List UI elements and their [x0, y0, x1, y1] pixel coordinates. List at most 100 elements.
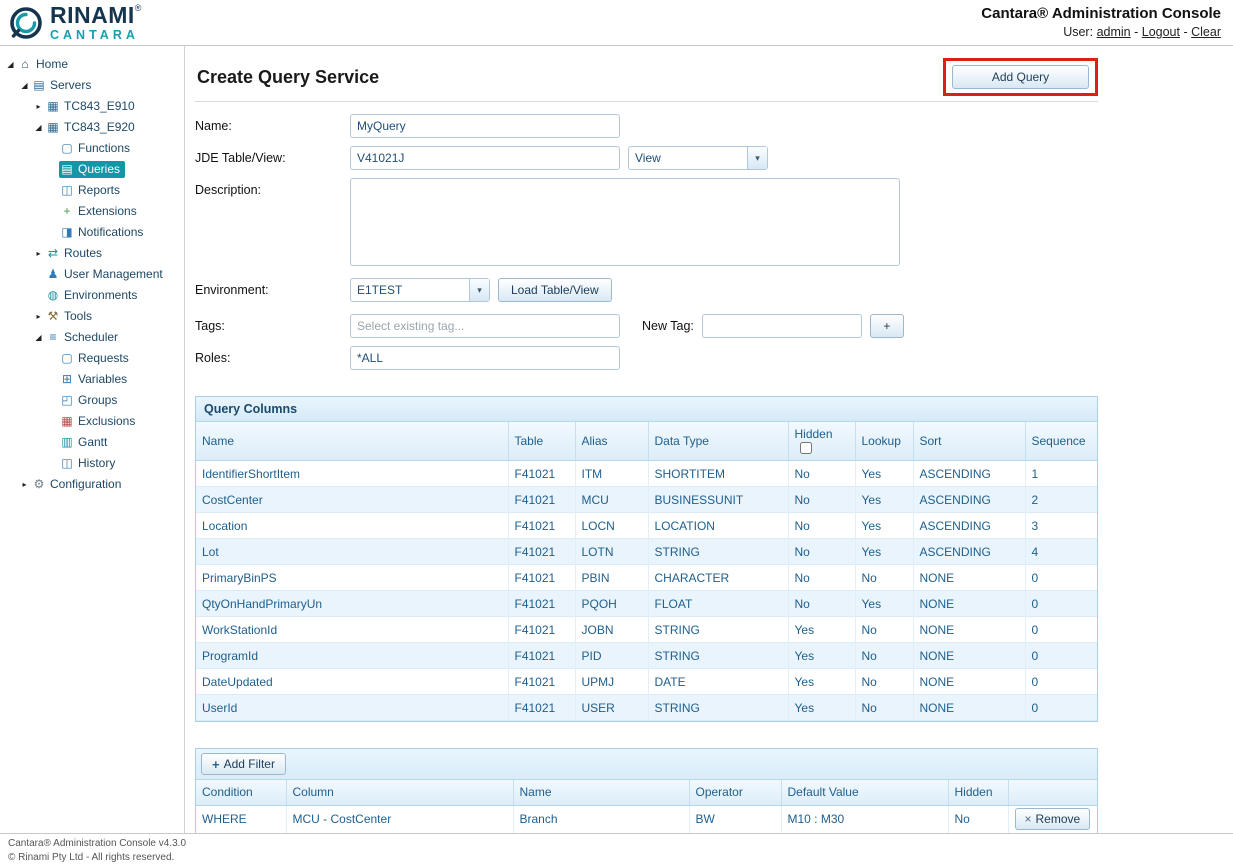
cell-alias: PBIN: [575, 565, 648, 591]
sidebar-item-servers[interactable]: ◢ ▤ Servers: [0, 75, 184, 96]
description-textarea[interactable]: [350, 178, 900, 266]
chevron-down-icon[interactable]: ▾: [747, 147, 767, 169]
sidebar-item-routes[interactable]: ▸ ⇄ Routes: [0, 243, 184, 264]
query-column-row[interactable]: Lot F41021 LOTN STRING No Yes ASCENDING …: [196, 539, 1097, 565]
logout-link[interactable]: Logout: [1142, 25, 1180, 39]
remove-filter-button[interactable]: × Remove: [1015, 808, 1091, 830]
query-columns-table: Name Table Alias Data Type Hidden Lookup…: [196, 422, 1097, 721]
col-header-alias[interactable]: Alias: [575, 422, 648, 461]
hidden-all-checkbox[interactable]: [800, 442, 812, 454]
expander-icon[interactable]: ◢: [4, 60, 17, 69]
sidebar-item-scheduler[interactable]: ◢ ≡ Scheduler: [0, 327, 184, 348]
col-header-sequence[interactable]: Sequence: [1025, 422, 1097, 461]
filter-row[interactable]: WHERE MCU - CostCenter Branch BW M10 : M…: [196, 805, 1097, 833]
separator: -: [1134, 25, 1138, 39]
extensions-icon: +: [60, 204, 74, 218]
sidebar-item-functions[interactable]: ▢ Functions: [0, 138, 184, 159]
sidebar-item-home[interactable]: ◢ ⌂ Home: [0, 54, 184, 75]
sidebar-item-notifications[interactable]: ◨ Notifications: [0, 222, 184, 243]
query-column-row[interactable]: ProgramId F41021 PID STRING Yes No NONE …: [196, 643, 1097, 669]
tree-entry: ⌂ Home: [17, 56, 73, 73]
groups-icon: ◰: [60, 393, 74, 407]
col-header-lookup[interactable]: Lookup: [855, 422, 913, 461]
col-header-data-type[interactable]: Data Type: [648, 422, 788, 461]
sidebar-item-requests[interactable]: ▢ Requests: [0, 348, 184, 369]
sidebar-item-extensions[interactable]: + Extensions: [0, 201, 184, 222]
col-header-sort[interactable]: Sort: [913, 422, 1025, 461]
query-column-row[interactable]: CostCenter F41021 MCU BUSINESSUNIT No Ye…: [196, 487, 1097, 513]
cell-lookup: Yes: [855, 513, 913, 539]
cell-sort: NONE: [913, 591, 1025, 617]
cell-table: F41021: [508, 669, 575, 695]
cell-condition: WHERE: [196, 805, 286, 833]
expander-icon[interactable]: ▸: [32, 249, 45, 258]
sidebar-item-tools[interactable]: ▸ ⚒ Tools: [0, 306, 184, 327]
sidebar-item-gantt[interactable]: ▥ Gantt: [0, 432, 184, 453]
tree-entry: ◫ Reports: [59, 182, 125, 199]
expander-icon[interactable]: ▸: [32, 102, 45, 111]
col-header-operator[interactable]: Operator: [689, 780, 781, 805]
query-column-row[interactable]: UserId F41021 USER STRING Yes No NONE 0: [196, 695, 1097, 721]
cell-sequence: 0: [1025, 565, 1097, 591]
cell-alias: JOBN: [575, 617, 648, 643]
cell-data-type: STRING: [648, 617, 788, 643]
add-tag-button[interactable]: +: [870, 314, 904, 338]
cell-sequence: 3: [1025, 513, 1097, 539]
col-header-name[interactable]: Name: [196, 422, 508, 461]
col-header-hidden[interactable]: Hidden: [788, 422, 855, 461]
clear-link[interactable]: Clear: [1191, 25, 1221, 39]
sidebar-item-tc843-e910[interactable]: ▸ ▦ TC843_E910: [0, 96, 184, 117]
expander-icon[interactable]: ▸: [32, 312, 45, 321]
expander-icon[interactable]: ▸: [18, 480, 31, 489]
cell-hidden: Yes: [788, 643, 855, 669]
col-header-filter-hidden[interactable]: Hidden: [948, 780, 1008, 805]
sidebar-item-history[interactable]: ◫ History: [0, 453, 184, 474]
sidebar-item-label: TC843_E910: [64, 99, 135, 113]
expander-icon[interactable]: ◢: [32, 333, 45, 342]
sidebar-item-configuration[interactable]: ▸ ⚙ Configuration: [0, 474, 184, 495]
add-filter-button[interactable]: + Add Filter: [201, 753, 286, 775]
chevron-down-icon[interactable]: ▾: [469, 279, 489, 301]
jde-type-select[interactable]: View ▾: [628, 146, 768, 170]
query-column-row[interactable]: Location F41021 LOCN LOCATION No Yes ASC…: [196, 513, 1097, 539]
cell-alias: PID: [575, 643, 648, 669]
add-query-button[interactable]: Add Query: [952, 65, 1089, 89]
query-column-row[interactable]: IdentifierShortItem F41021 ITM SHORTITEM…: [196, 461, 1097, 487]
new-tag-input[interactable]: [702, 314, 862, 338]
sidebar-item-exclusions[interactable]: ▦ Exclusions: [0, 411, 184, 432]
query-column-row[interactable]: DateUpdated F41021 UPMJ DATE Yes No NONE…: [196, 669, 1097, 695]
col-header-filter-name[interactable]: Name: [513, 780, 689, 805]
environment-select[interactable]: E1TEST ▾: [350, 278, 490, 302]
col-header-column[interactable]: Column: [286, 780, 513, 805]
tags-input[interactable]: [350, 314, 620, 338]
col-header-condition[interactable]: Condition: [196, 780, 286, 805]
query-column-row[interactable]: WorkStationId F41021 JOBN STRING Yes No …: [196, 617, 1097, 643]
load-table-view-button[interactable]: Load Table/View: [498, 278, 612, 302]
expander-icon[interactable]: ◢: [18, 81, 31, 90]
expander-icon[interactable]: ◢: [32, 123, 45, 132]
remove-filter-label: Remove: [1036, 812, 1081, 826]
jde-table-input[interactable]: [350, 146, 620, 170]
tree-entry: ⚙ Configuration: [31, 476, 126, 493]
sidebar-item-reports[interactable]: ◫ Reports: [0, 180, 184, 201]
col-header-table[interactable]: Table: [508, 422, 575, 461]
name-input[interactable]: [350, 114, 620, 138]
cell-table: F41021: [508, 695, 575, 721]
sidebar-item-variables[interactable]: ⊞ Variables: [0, 369, 184, 390]
tree-entry: ◫ History: [59, 455, 120, 472]
sidebar-item-user-management[interactable]: ♟ User Management: [0, 264, 184, 285]
sidebar-item-label: History: [78, 456, 115, 470]
sidebar-item-groups[interactable]: ◰ Groups: [0, 390, 184, 411]
sidebar-item-tc843-e920[interactable]: ◢ ▦ TC843_E920: [0, 117, 184, 138]
sidebar-item-label: Notifications: [78, 225, 143, 239]
query-column-row[interactable]: QtyOnHandPrimaryUn F41021 PQOH FLOAT No …: [196, 591, 1097, 617]
cell-filter-hidden: No: [948, 805, 1008, 833]
roles-input[interactable]: [350, 346, 620, 370]
cell-table: F41021: [508, 461, 575, 487]
cell-hidden: No: [788, 461, 855, 487]
sidebar-item-environments[interactable]: ◍ Environments: [0, 285, 184, 306]
col-header-default-value[interactable]: Default Value: [781, 780, 948, 805]
sidebar-item-queries[interactable]: ▤ Queries: [0, 159, 184, 180]
user-name-link[interactable]: admin: [1097, 25, 1131, 39]
query-column-row[interactable]: PrimaryBinPS F41021 PBIN CHARACTER No No…: [196, 565, 1097, 591]
